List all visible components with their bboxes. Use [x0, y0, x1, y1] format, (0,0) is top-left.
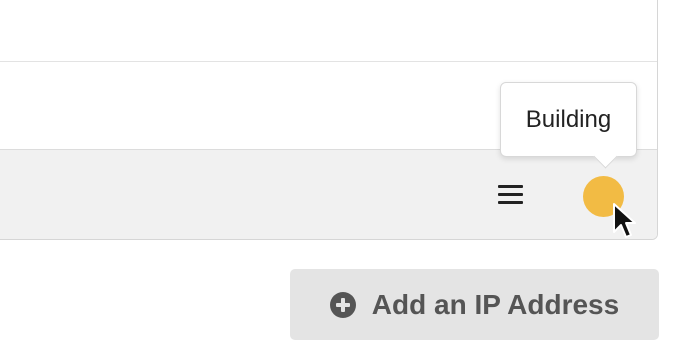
table-row-selected — [0, 150, 657, 239]
hamburger-menu-icon[interactable] — [498, 183, 524, 207]
add-ip-address-label: Add an IP Address — [371, 288, 620, 320]
add-ip-address-button[interactable]: Add an IP Address — [290, 269, 659, 340]
tooltip-text: Building — [525, 105, 612, 133]
page: ⋮ Building Add an IP Address — [0, 0, 680, 360]
mouse-cursor-icon — [613, 203, 636, 238]
status-tooltip: Building — [500, 82, 637, 169]
table-row — [0, 0, 657, 62]
plus-circle-icon — [329, 291, 356, 318]
